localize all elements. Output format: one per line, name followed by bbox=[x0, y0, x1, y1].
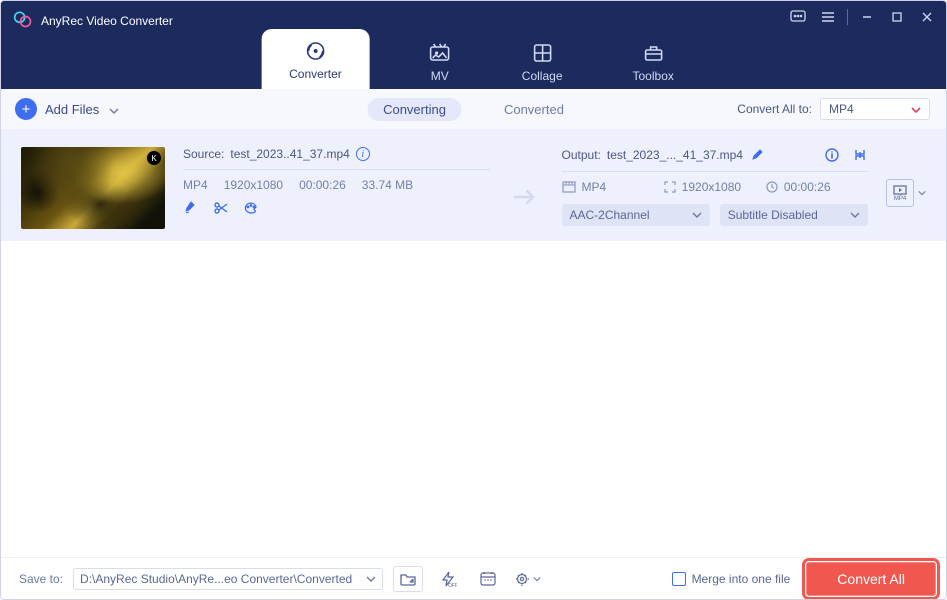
audio-select-value: AAC-2Channel bbox=[570, 208, 650, 222]
merge-label: Merge into one file bbox=[692, 572, 791, 586]
source-duration: 00:00:26 bbox=[299, 178, 346, 192]
divider bbox=[562, 171, 869, 172]
status-tab-converting[interactable]: Converting bbox=[367, 98, 462, 121]
status-tab-converted[interactable]: Converted bbox=[488, 98, 580, 121]
file-list: K Source: test_2023..41_37.mp4 i MP4 192… bbox=[1, 129, 946, 557]
source-resolution: 1920x1080 bbox=[224, 178, 283, 192]
output-column: Output: test_2023_..._41_37.mp4 MP4 1920… bbox=[562, 147, 869, 226]
convert-all-to-label: Convert All to: bbox=[737, 102, 812, 116]
app-title: AnyRec Video Converter bbox=[41, 14, 173, 28]
audio-select[interactable]: AAC-2Channel bbox=[562, 204, 710, 226]
info-circle-icon[interactable] bbox=[824, 147, 840, 163]
tab-mv[interactable]: MV bbox=[416, 33, 464, 89]
convert-all-to: Convert All to: MP4 bbox=[737, 98, 930, 120]
output-duration: 00:00:26 bbox=[784, 180, 831, 194]
source-filename: test_2023..41_37.mp4 bbox=[230, 147, 349, 161]
output-label: Output: bbox=[562, 148, 601, 162]
chevron-down-icon bbox=[850, 212, 860, 218]
status-tabs: Converting Converted bbox=[367, 98, 580, 121]
subtitle-select-value: Subtitle Disabled bbox=[728, 208, 818, 222]
pin-edit-icon[interactable] bbox=[183, 200, 199, 216]
app-logo-area: AnyRec Video Converter bbox=[13, 9, 173, 32]
toolbar: + Add Files Converting Converted Convert… bbox=[1, 89, 946, 129]
video-icon bbox=[562, 181, 576, 193]
tab-label: Collage bbox=[522, 69, 563, 83]
source-tools bbox=[183, 200, 490, 216]
convert-all-button[interactable]: Convert All bbox=[806, 562, 936, 596]
scissors-trim-icon[interactable] bbox=[213, 200, 229, 216]
footer: Save to: D:\AnyRec Studio\AnyRe...eo Con… bbox=[1, 557, 946, 599]
feedback-icon[interactable] bbox=[785, 5, 811, 29]
convert-all-to-value: MP4 bbox=[829, 102, 854, 116]
menu-icon[interactable] bbox=[815, 5, 841, 29]
add-files-button[interactable]: + Add Files bbox=[15, 98, 119, 120]
chevron-down-icon bbox=[918, 190, 926, 196]
video-thumbnail[interactable]: K bbox=[21, 147, 165, 229]
svg-text:OFF: OFF bbox=[448, 583, 457, 587]
collage-icon bbox=[530, 41, 554, 65]
source-size: 33.74 MB bbox=[362, 178, 413, 192]
nav-tabs: Converter MV Collage Toolbox bbox=[261, 29, 686, 89]
resolution-icon bbox=[664, 181, 676, 193]
tab-converter[interactable]: Converter bbox=[261, 29, 370, 89]
hardware-accel-button[interactable]: OFF bbox=[433, 566, 463, 592]
pencil-rename-icon[interactable] bbox=[749, 147, 765, 163]
merge-checkbox[interactable]: Merge into one file bbox=[672, 572, 791, 586]
source-column: Source: test_2023..41_37.mp4 i MP4 1920x… bbox=[183, 147, 490, 216]
compress-icon[interactable] bbox=[852, 147, 868, 163]
toolbox-icon bbox=[641, 41, 665, 65]
output-format: MP4 bbox=[582, 180, 607, 194]
output-resolution: 1920x1080 bbox=[682, 180, 741, 194]
file-row: K Source: test_2023..41_37.mp4 i MP4 192… bbox=[1, 129, 946, 241]
close-button[interactable] bbox=[914, 5, 940, 29]
divider bbox=[183, 169, 490, 170]
chevron-down-icon bbox=[109, 102, 119, 117]
minimize-button[interactable] bbox=[854, 5, 880, 29]
output-format-button[interactable]: MP4 bbox=[886, 147, 926, 207]
thumb-badge-icon: K bbox=[147, 151, 161, 165]
chevron-down-icon bbox=[533, 576, 541, 582]
add-files-label: Add Files bbox=[45, 102, 99, 117]
palette-enhance-icon[interactable] bbox=[243, 200, 259, 216]
tab-label: Converter bbox=[289, 67, 342, 81]
output-filename: test_2023_..._41_37.mp4 bbox=[607, 148, 743, 162]
app-logo-icon bbox=[13, 9, 33, 32]
separator bbox=[847, 9, 848, 25]
source-format: MP4 bbox=[183, 178, 208, 192]
chevron-down-icon bbox=[366, 576, 376, 582]
save-path-dropdown[interactable]: D:\AnyRec Studio\AnyRe...eo Converter\Co… bbox=[73, 568, 383, 590]
tab-collage[interactable]: Collage bbox=[510, 33, 575, 89]
window-controls bbox=[785, 5, 940, 29]
tab-label: MV bbox=[431, 69, 449, 83]
plus-icon: + bbox=[15, 98, 37, 120]
source-label: Source: bbox=[183, 147, 224, 161]
chevron-down-icon bbox=[911, 102, 921, 116]
checkbox-icon bbox=[672, 572, 686, 586]
tab-label: Toolbox bbox=[633, 69, 674, 83]
source-meta: MP4 1920x1080 00:00:26 33.74 MB bbox=[183, 178, 490, 192]
save-path-value: D:\AnyRec Studio\AnyRe...eo Converter\Co… bbox=[80, 572, 352, 586]
format-badge: MP4 bbox=[886, 179, 914, 207]
convert-all-label: Convert All bbox=[837, 571, 905, 587]
settings-button[interactable] bbox=[513, 566, 543, 592]
open-folder-button[interactable] bbox=[393, 566, 423, 592]
maximize-button[interactable] bbox=[884, 5, 910, 29]
clock-icon bbox=[766, 181, 778, 193]
subtitle-select[interactable]: Subtitle Disabled bbox=[720, 204, 868, 226]
convert-all-to-dropdown[interactable]: MP4 bbox=[820, 98, 930, 120]
arrow-icon bbox=[508, 170, 544, 206]
tab-toolbox[interactable]: Toolbox bbox=[621, 33, 686, 89]
titlebar: AnyRec Video Converter Converter MV Coll… bbox=[1, 1, 946, 89]
mv-icon bbox=[428, 41, 452, 65]
converter-icon bbox=[303, 39, 327, 63]
info-icon[interactable]: i bbox=[356, 147, 370, 161]
save-to-label: Save to: bbox=[19, 572, 63, 586]
chevron-down-icon bbox=[692, 212, 702, 218]
task-schedule-button[interactable] bbox=[473, 566, 503, 592]
output-meta: MP4 1920x1080 00:00:26 bbox=[562, 180, 869, 194]
output-selects: AAC-2Channel Subtitle Disabled bbox=[562, 204, 869, 226]
